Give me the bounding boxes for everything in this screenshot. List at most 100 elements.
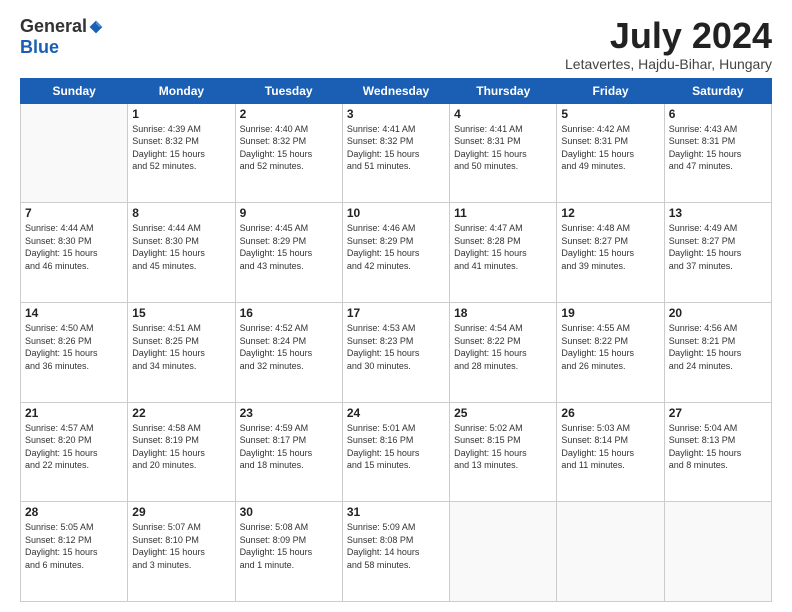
day-number: 15 [132, 306, 230, 320]
day-info: Sunrise: 4:54 AMSunset: 8:22 PMDaylight:… [454, 322, 552, 372]
day-info: Sunrise: 4:50 AMSunset: 8:26 PMDaylight:… [25, 322, 123, 372]
day-info: Sunrise: 4:40 AMSunset: 8:32 PMDaylight:… [240, 123, 338, 173]
day-info: Sunrise: 5:08 AMSunset: 8:09 PMDaylight:… [240, 521, 338, 571]
day-info: Sunrise: 5:09 AMSunset: 8:08 PMDaylight:… [347, 521, 445, 571]
day-info: Sunrise: 4:45 AMSunset: 8:29 PMDaylight:… [240, 222, 338, 272]
day-number: 26 [561, 406, 659, 420]
day-info: Sunrise: 4:57 AMSunset: 8:20 PMDaylight:… [25, 422, 123, 472]
title-area: July 2024 Letavertes, Hajdu-Bihar, Hunga… [565, 16, 772, 72]
day-info: Sunrise: 4:48 AMSunset: 8:27 PMDaylight:… [561, 222, 659, 272]
logo-general: General [20, 16, 87, 37]
day-number: 17 [347, 306, 445, 320]
header: General Blue July 2024 Letavertes, Hajdu… [20, 16, 772, 72]
day-info: Sunrise: 4:52 AMSunset: 8:24 PMDaylight:… [240, 322, 338, 372]
day-info: Sunrise: 4:59 AMSunset: 8:17 PMDaylight:… [240, 422, 338, 472]
day-number: 6 [669, 107, 767, 121]
table-row: 30 Sunrise: 5:08 AMSunset: 8:09 PMDayligh… [235, 502, 342, 602]
day-number: 20 [669, 306, 767, 320]
table-row: 16Sunrise: 4:52 AMSunset: 8:24 PMDayligh… [235, 302, 342, 402]
table-row: 23 Sunrise: 4:59 AMSunset: 8:17 PMDayligh… [235, 402, 342, 502]
day-number: 13 [669, 206, 767, 220]
location: Letavertes, Hajdu-Bihar, Hungary [565, 56, 772, 72]
day-number: 4 [454, 107, 552, 121]
table-row: 9 Sunrise: 4:45 AMSunset: 8:29 PMDaylight… [235, 203, 342, 303]
table-row: 12Sunrise: 4:48 AMSunset: 8:27 PMDayligh… [557, 203, 664, 303]
table-row: 24 Sunrise: 5:01 AMSunset: 8:16 PMDayligh… [342, 402, 449, 502]
logo-icon [88, 19, 104, 35]
header-thursday: Thursday [450, 78, 557, 103]
logo: General Blue [20, 16, 104, 58]
table-row: 4Sunrise: 4:41 AMSunset: 8:31 PMDaylight… [450, 103, 557, 203]
table-row: 3 Sunrise: 4:41 AMSunset: 8:32 PMDaylight… [342, 103, 449, 203]
day-number: 7 [25, 206, 123, 220]
day-info: Sunrise: 4:53 AMSunset: 8:23 PMDaylight:… [347, 322, 445, 372]
day-number: 9 [240, 206, 338, 220]
day-info: Sunrise: 5:02 AMSunset: 8:15 PMDaylight:… [454, 422, 552, 472]
table-row: 6 Sunrise: 4:43 AMSunset: 8:31 PMDaylight… [664, 103, 771, 203]
table-row: 26 Sunrise: 5:03 AMSunset: 8:14 PMDayligh… [557, 402, 664, 502]
calendar-week-row: 1 Sunrise: 4:39 AMSunset: 8:32 PMDaylight… [21, 103, 772, 203]
calendar-table: Sunday Monday Tuesday Wednesday Thursday… [20, 78, 772, 602]
day-info: Sunrise: 4:49 AMSunset: 8:27 PMDaylight:… [669, 222, 767, 272]
day-info: Sunrise: 4:44 AMSunset: 8:30 PMDaylight:… [132, 222, 230, 272]
day-info: Sunrise: 5:04 AMSunset: 8:13 PMDaylight:… [669, 422, 767, 472]
table-row: 20Sunrise: 4:56 AMSunset: 8:21 PMDayligh… [664, 302, 771, 402]
day-info: Sunrise: 4:58 AMSunset: 8:19 PMDaylight:… [132, 422, 230, 472]
day-number: 31 [347, 505, 445, 519]
day-number: 22 [132, 406, 230, 420]
table-row: 18Sunrise: 4:54 AMSunset: 8:22 PMDayligh… [450, 302, 557, 402]
table-row: 2 Sunrise: 4:40 AMSunset: 8:32 PMDaylight… [235, 103, 342, 203]
table-row: 27 Sunrise: 5:04 AMSunset: 8:13 PMDayligh… [664, 402, 771, 502]
table-row: 29Sunrise: 5:07 AMSunset: 8:10 PMDayligh… [128, 502, 235, 602]
day-number: 24 [347, 406, 445, 420]
day-info: Sunrise: 4:42 AMSunset: 8:31 PMDaylight:… [561, 123, 659, 173]
header-monday: Monday [128, 78, 235, 103]
day-number: 25 [454, 406, 552, 420]
table-row [664, 502, 771, 602]
day-number: 11 [454, 206, 552, 220]
table-row: 5Sunrise: 4:42 AMSunset: 8:31 PMDaylight… [557, 103, 664, 203]
day-number: 21 [25, 406, 123, 420]
table-row [557, 502, 664, 602]
calendar-week-row: 28 Sunrise: 5:05 AMSunset: 8:12 PMDayligh… [21, 502, 772, 602]
day-number: 10 [347, 206, 445, 220]
table-row: 31 Sunrise: 5:09 AMSunset: 8:08 PMDayligh… [342, 502, 449, 602]
day-number: 23 [240, 406, 338, 420]
page: General Blue July 2024 Letavertes, Hajdu… [0, 0, 792, 612]
day-number: 1 [132, 107, 230, 121]
day-number: 2 [240, 107, 338, 121]
table-row: 1 Sunrise: 4:39 AMSunset: 8:32 PMDaylight… [128, 103, 235, 203]
day-info: Sunrise: 4:44 AMSunset: 8:30 PMDaylight:… [25, 222, 123, 272]
day-number: 19 [561, 306, 659, 320]
table-row: 22 Sunrise: 4:58 AMSunset: 8:19 PMDayligh… [128, 402, 235, 502]
day-info: Sunrise: 4:51 AMSunset: 8:25 PMDaylight:… [132, 322, 230, 372]
day-number: 28 [25, 505, 123, 519]
calendar-week-row: 14 Sunrise: 4:50 AMSunset: 8:26 PMDayligh… [21, 302, 772, 402]
table-row: 17 Sunrise: 4:53 AMSunset: 8:23 PMDayligh… [342, 302, 449, 402]
header-friday: Friday [557, 78, 664, 103]
table-row: 14 Sunrise: 4:50 AMSunset: 8:26 PMDayligh… [21, 302, 128, 402]
table-row: 25 Sunrise: 5:02 AMSunset: 8:15 PMDayligh… [450, 402, 557, 502]
day-info: Sunrise: 5:05 AMSunset: 8:12 PMDaylight:… [25, 521, 123, 571]
day-info: Sunrise: 4:39 AMSunset: 8:32 PMDaylight:… [132, 123, 230, 173]
table-row: 15 Sunrise: 4:51 AMSunset: 8:25 PMDayligh… [128, 302, 235, 402]
day-number: 3 [347, 107, 445, 121]
day-number: 29 [132, 505, 230, 519]
table-row: 11 Sunrise: 4:47 AMSunset: 8:28 PMDayligh… [450, 203, 557, 303]
day-info: Sunrise: 4:47 AMSunset: 8:28 PMDaylight:… [454, 222, 552, 272]
day-info: Sunrise: 4:46 AMSunset: 8:29 PMDaylight:… [347, 222, 445, 272]
day-info: Sunrise: 4:43 AMSunset: 8:31 PMDaylight:… [669, 123, 767, 173]
table-row: 8Sunrise: 4:44 AMSunset: 8:30 PMDaylight… [128, 203, 235, 303]
logo-blue-text: Blue [20, 37, 59, 58]
day-number: 30 [240, 505, 338, 519]
table-row: 10 Sunrise: 4:46 AMSunset: 8:29 PMDayligh… [342, 203, 449, 303]
day-info: Sunrise: 4:41 AMSunset: 8:32 PMDaylight:… [347, 123, 445, 173]
day-number: 27 [669, 406, 767, 420]
day-info: Sunrise: 5:01 AMSunset: 8:16 PMDaylight:… [347, 422, 445, 472]
day-number: 14 [25, 306, 123, 320]
table-row: 13 Sunrise: 4:49 AMSunset: 8:27 PMDayligh… [664, 203, 771, 303]
table-row [450, 502, 557, 602]
header-wednesday: Wednesday [342, 78, 449, 103]
table-row: 7 Sunrise: 4:44 AMSunset: 8:30 PMDaylight… [21, 203, 128, 303]
day-info: Sunrise: 5:03 AMSunset: 8:14 PMDaylight:… [561, 422, 659, 472]
